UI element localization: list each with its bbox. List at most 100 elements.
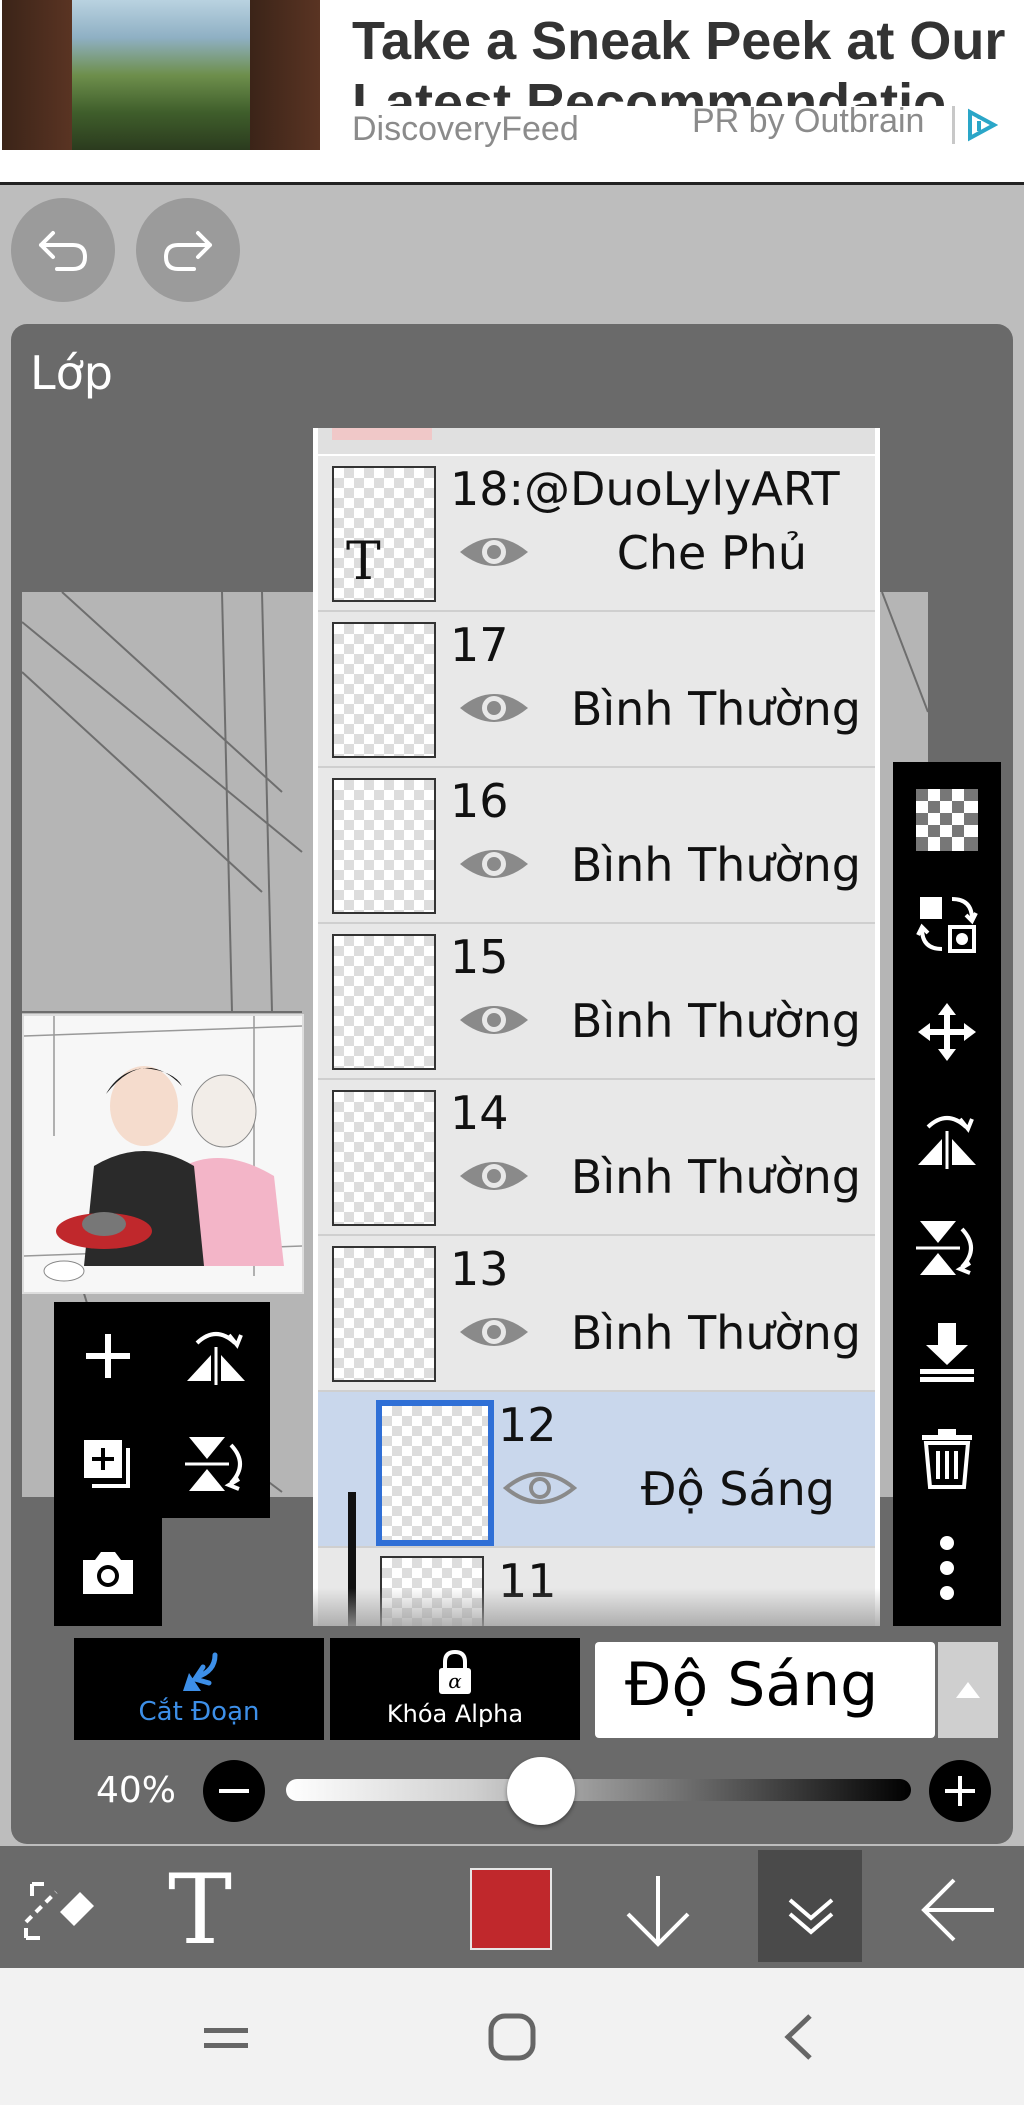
clip-label: Cắt Đoạn — [138, 1697, 260, 1727]
triangle-up-icon — [956, 1682, 980, 1698]
import-photo-panel — [54, 1518, 162, 1626]
duplicate-layer-button[interactable] — [54, 1410, 162, 1518]
ad-pr-label[interactable]: PR by Outbrain — [692, 102, 924, 141]
preview-illustration — [24, 1016, 302, 1292]
layer-partial-top — [318, 428, 875, 454]
add-layer-button[interactable] — [54, 1302, 162, 1410]
back-button[interactable] — [918, 1872, 998, 1952]
back-arrow-icon — [921, 1878, 994, 1942]
ad-image[interactable] — [2, 0, 320, 150]
clipping-button[interactable]: Cắt Đoạn — [74, 1638, 324, 1740]
opacity-decrease-button[interactable] — [203, 1760, 265, 1822]
undo-button[interactable] — [11, 198, 115, 302]
canvas-preview[interactable] — [22, 1014, 304, 1294]
layer-thumbnail[interactable] — [376, 1400, 494, 1546]
visibility-eye-icon[interactable] — [456, 996, 532, 1044]
recent-apps-button[interactable] — [202, 2022, 250, 2058]
layer-down-button[interactable] — [622, 1872, 694, 1952]
merge-down-icon — [920, 1323, 974, 1382]
layer-side-toolbar — [893, 762, 1001, 1626]
layer-row-13[interactable]: 13 Bình Thường — [318, 1236, 875, 1392]
layer-name: 17 — [450, 618, 509, 672]
clip-arrow-icon — [183, 1652, 218, 1691]
layer-thumbnail[interactable] — [332, 934, 436, 1070]
visibility-eye-icon[interactable] — [502, 1464, 578, 1512]
minus-icon — [219, 1789, 249, 1793]
list-fade — [313, 1588, 880, 1626]
flip-horizontal-icon — [918, 1116, 976, 1169]
layer-name: 13 — [450, 1242, 509, 1296]
color-swatch[interactable] — [470, 1868, 552, 1950]
blend-mode-value: Độ Sáng — [625, 1650, 879, 1720]
layer-thumbnail[interactable] — [332, 778, 436, 914]
camera-icon — [83, 1552, 133, 1594]
clip-indicator — [348, 1492, 356, 1552]
visibility-eye-icon[interactable] — [456, 1152, 532, 1200]
visibility-eye-icon[interactable] — [456, 528, 532, 576]
layer-blend-mode: Bình Thường — [570, 682, 861, 736]
text-tool-icon: T — [168, 1854, 233, 1966]
layer-row-18[interactable]: T 18:@DuoLylyART Che Phủ — [318, 456, 875, 612]
layer-thumbnail[interactable] — [332, 1246, 436, 1382]
ad-banner[interactable]: Take a Sneak Peek at Our Latest Recommen… — [0, 0, 1024, 185]
move-layer-button[interactable] — [893, 982, 1001, 1082]
flip-horizontal-icon — [187, 1332, 245, 1385]
layer-row-15[interactable]: 15 Bình Thường — [318, 924, 875, 1080]
opacity-slider-knob[interactable] — [507, 1757, 575, 1825]
text-layer-icon: T — [346, 532, 381, 592]
layer-thumbnail[interactable] — [332, 622, 436, 758]
system-back-button[interactable] — [780, 2012, 816, 2066]
flip-vertical-button[interactable] — [893, 1198, 1001, 1298]
add-layer-panel — [54, 1302, 270, 1518]
flip-vertical-icon — [916, 1221, 973, 1275]
layer-blend-mode: Độ Sáng — [640, 1462, 835, 1516]
home-button[interactable] — [487, 2012, 537, 2066]
opacity-slider-track[interactable] — [286, 1779, 911, 1801]
layer-name: 12 — [498, 1398, 557, 1452]
layer-thumbnail[interactable]: T — [332, 466, 436, 602]
select-tool-button[interactable] — [20, 1872, 100, 1952]
flip-canvas-vertical-button[interactable] — [162, 1410, 270, 1518]
text-tool-button[interactable]: T — [168, 1862, 232, 1958]
redo-button[interactable] — [136, 198, 240, 302]
transform-layer-button[interactable] — [893, 874, 1001, 974]
layers-list[interactable]: T 18:@DuoLylyART Che Phủ 17 Bình Thường … — [313, 428, 880, 1626]
import-photo-button[interactable] — [54, 1518, 162, 1626]
more-options-button[interactable] — [893, 1518, 1001, 1618]
layer-row-16[interactable]: 16 Bình Thường — [318, 768, 875, 924]
plus-icon — [86, 1334, 130, 1378]
lock-icon: α — [439, 1650, 471, 1694]
flip-horizontal-button[interactable] — [893, 1090, 1001, 1190]
visibility-eye-icon[interactable] — [456, 840, 532, 888]
transparent-fill-button[interactable] — [893, 770, 1001, 870]
layer-row-12-selected[interactable]: 12 Độ Sáng — [318, 1392, 875, 1552]
layer-name: 15 — [450, 930, 509, 984]
more-icon — [940, 1536, 954, 1600]
merge-down-button[interactable] — [893, 1302, 1001, 1402]
layer-name: 16 — [450, 774, 509, 828]
checkerboard-icon — [916, 789, 978, 851]
layer-name: 14 — [450, 1086, 509, 1140]
layer-thumbnail[interactable] — [332, 1090, 436, 1226]
layer-row-17[interactable]: 17 Bình Thường — [318, 612, 875, 768]
visibility-eye-icon[interactable] — [456, 1308, 532, 1356]
layer-row-14[interactable]: 14 Bình Thường — [318, 1080, 875, 1236]
duplicate-icon — [84, 1440, 130, 1488]
alpha-lock-button[interactable]: α Khóa Alpha — [330, 1638, 580, 1740]
layer-blend-mode: Bình Thường — [570, 838, 861, 892]
flip-canvas-horizontal-button[interactable] — [162, 1302, 270, 1410]
adchoices-icon[interactable] — [964, 108, 998, 142]
blend-mode-dropdown-button[interactable] — [938, 1642, 998, 1738]
redo-icon — [164, 231, 212, 271]
flip-vertical-icon — [185, 1437, 242, 1491]
layers-button[interactable] — [784, 1880, 838, 1944]
layer-name: 18:@DuoLylyART — [450, 462, 840, 516]
undo-icon — [39, 231, 87, 271]
layer-blend-mode: Che Phủ — [616, 526, 807, 580]
layer-blend-mode: Bình Thường — [570, 1150, 861, 1204]
ad-title[interactable]: Take a Sneak Peek at Our Latest Recommen… — [352, 10, 1022, 106]
trash-icon — [922, 1429, 972, 1489]
opacity-increase-button[interactable] — [929, 1760, 991, 1822]
visibility-eye-icon[interactable] — [456, 684, 532, 732]
delete-layer-button[interactable] — [893, 1408, 1001, 1508]
